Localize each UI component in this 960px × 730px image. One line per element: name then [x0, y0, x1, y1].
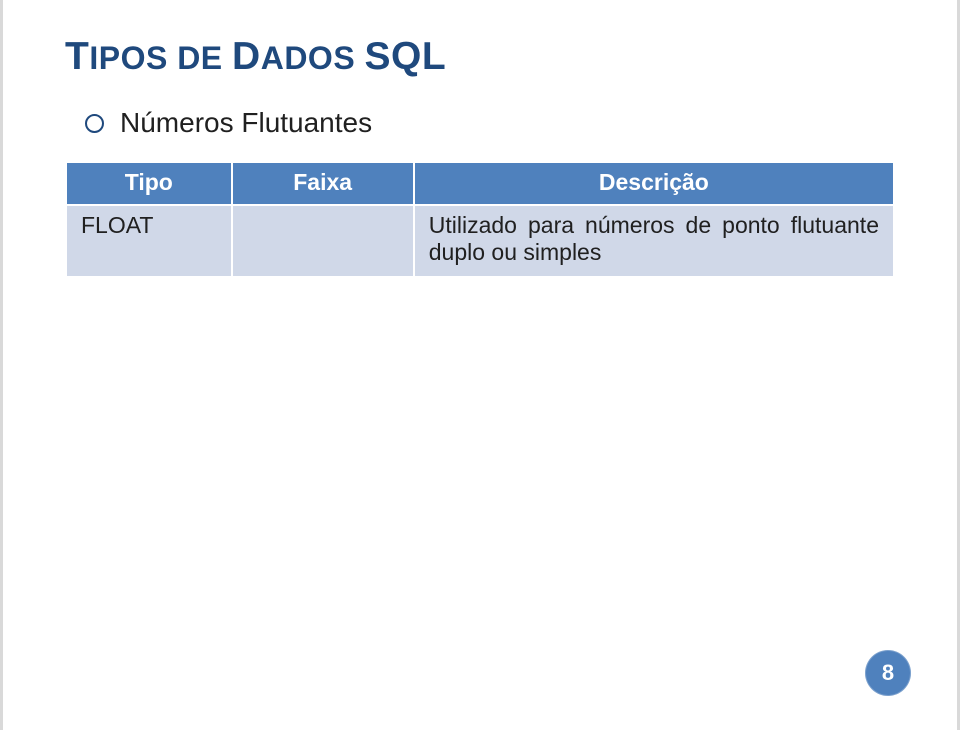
table-row: FLOAT Utilizado para números de ponto fl…	[66, 205, 894, 277]
page-number: 8	[882, 660, 894, 686]
slide-title: TIPOS DE DADOS SQL	[65, 35, 895, 79]
slide: TIPOS DE DADOS SQL Números Flutuantes Ti…	[0, 0, 960, 730]
table-header-faixa: Faixa	[232, 162, 414, 205]
title-text-1: T	[65, 35, 89, 78]
bullet-label: Números Flutuantes	[120, 107, 372, 139]
table-header-descricao: Descrição	[414, 162, 894, 205]
title-text-4: ADOS	[261, 40, 365, 76]
title-text-2: IPOS DE	[89, 40, 232, 76]
title-text-5: SQL	[365, 35, 447, 78]
cell-tipo: FLOAT	[66, 205, 232, 277]
bullet-item: Números Flutuantes	[85, 107, 895, 139]
page-number-badge: 8	[865, 650, 911, 696]
circle-bullet-icon	[85, 114, 104, 133]
cell-descricao: Utilizado para números de ponto flutuant…	[414, 205, 894, 277]
table-header-tipo: Tipo	[66, 162, 232, 205]
title-text-3: D	[232, 35, 261, 78]
table-header-row: Tipo Faixa Descrição	[66, 162, 894, 205]
cell-faixa	[232, 205, 414, 277]
data-type-table: Tipo Faixa Descrição FLOAT Utilizado par…	[65, 161, 895, 278]
